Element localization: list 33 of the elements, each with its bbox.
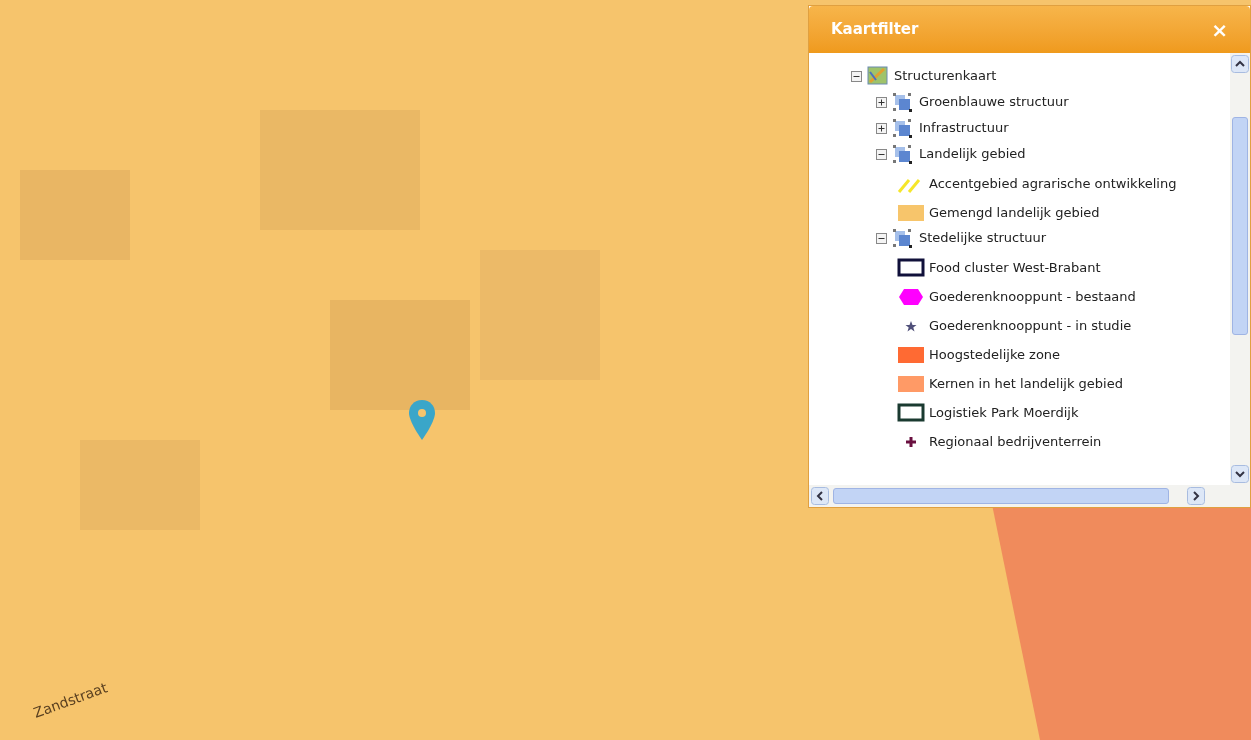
panel-title: Kaartfilter <box>831 19 919 41</box>
legend-label: Food cluster West-Brabant <box>929 258 1101 277</box>
scroll-thumb[interactable] <box>1232 117 1248 335</box>
expand-icon[interactable] <box>876 122 887 134</box>
layer-label[interactable]: Infrastructuur <box>919 118 1009 138</box>
collapse-icon[interactable] <box>876 232 887 244</box>
collapse-icon[interactable] <box>851 70 862 82</box>
layer-group-icon <box>892 144 914 164</box>
expand-icon[interactable] <box>876 96 887 108</box>
vertical-scrollbar[interactable] <box>1230 53 1250 485</box>
legend-label: Accentgebied agrarische ontwikkeling <box>929 174 1177 193</box>
legend-label: Goederenknooppunt - bestaand <box>929 287 1136 306</box>
map-layer-icon <box>867 66 889 86</box>
scroll-right-icon[interactable] <box>1187 487 1205 505</box>
layer-group-icon <box>892 118 914 138</box>
layer-label[interactable]: Structurenkaart <box>894 66 997 86</box>
scroll-left-icon[interactable] <box>811 487 829 505</box>
legend-label: Kernen in het landelijk gebied <box>929 374 1123 393</box>
legend-label: Gemengd landelijk gebied <box>929 203 1100 222</box>
scroll-up-icon[interactable] <box>1231 55 1249 73</box>
layer-group-icon <box>892 92 914 112</box>
legend-label: Goederenknooppunt - in studie <box>929 316 1132 335</box>
legend-label: Logistiek Park Moerdijk <box>929 403 1079 422</box>
scroll-down-icon[interactable] <box>1231 465 1249 483</box>
collapse-icon[interactable] <box>876 148 887 160</box>
horizontal-scrollbar[interactable] <box>809 485 1250 507</box>
layer-label[interactable]: Groenblauwe structuur <box>919 92 1069 112</box>
layer-label[interactable]: Stedelijke structuur <box>919 228 1047 248</box>
layer-label[interactable]: Landelijk gebied <box>919 144 1026 164</box>
layer-group-icon <box>892 228 914 248</box>
scroll-thumb[interactable] <box>833 488 1169 504</box>
legend-label: Regionaal bedrijventerrein <box>929 432 1102 451</box>
legend-label: Hoogstedelijke zone <box>929 345 1061 364</box>
